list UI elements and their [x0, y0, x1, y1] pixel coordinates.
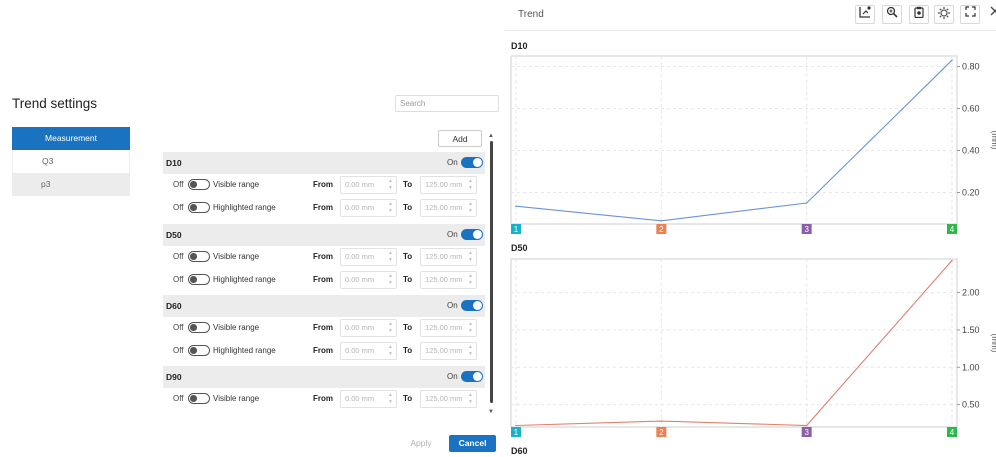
trend-charts[interactable]: 0.20 0.40 0.60 0.80 (mm) 1 2 3 4 0.50 1.00 1.50 2.00… — [0, 0, 996, 457]
plot-area — [510, 55, 958, 225]
data-point — [805, 202, 808, 204]
data-point — [805, 424, 808, 427]
y-tick-label: 1.50 — [962, 325, 980, 335]
x-tick-label: 3 — [804, 225, 809, 234]
data-point — [660, 220, 663, 222]
x-tick-label: 4 — [950, 225, 955, 234]
y-tick-label: 0.60 — [962, 104, 980, 114]
y-tick-label: 2.00 — [962, 288, 980, 298]
data-point — [951, 259, 953, 262]
x-tick-label: 2 — [659, 225, 664, 234]
x-tick-label: 4 — [950, 428, 955, 437]
data-point — [515, 205, 517, 207]
y-axis-unit-label: (mm) — [990, 131, 996, 150]
x-tick-label: 3 — [804, 428, 809, 437]
y-tick-label: 0.50 — [962, 400, 980, 410]
x-tick-label: 1 — [514, 428, 519, 437]
y-tick-label: 0.40 — [962, 146, 980, 156]
y-tick-label: 1.00 — [962, 362, 980, 372]
plot-area — [510, 258, 958, 428]
data-point — [660, 420, 663, 422]
y-tick-label: 0.80 — [962, 62, 980, 72]
data-point — [515, 424, 517, 427]
data-point — [951, 59, 953, 61]
x-tick-label: 1 — [514, 225, 519, 234]
x-tick-label: 2 — [659, 428, 664, 437]
y-axis-unit-label: (mm) — [990, 334, 996, 353]
y-tick-label: 0.20 — [962, 188, 980, 198]
